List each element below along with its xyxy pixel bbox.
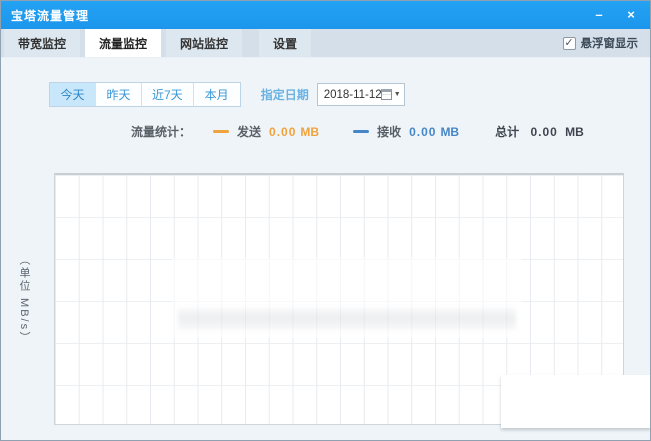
total-unit: MB: [565, 125, 584, 139]
date-input-icons: ▼: [381, 84, 401, 105]
date-value: 2018-11-12: [324, 89, 382, 101]
stats-title: 流量统计：: [131, 123, 191, 140]
watermark-gray-band: [178, 308, 516, 330]
range-last7days-button[interactable]: 近7天: [142, 83, 194, 106]
send-label: 发送: [237, 123, 261, 140]
range-yesterday-button[interactable]: 昨天: [96, 83, 142, 106]
window-controls: – ×: [590, 6, 640, 24]
tab-settings[interactable]: 设置: [259, 29, 311, 57]
receive-label: 接收: [377, 123, 401, 140]
tab-bandwidth-monitor[interactable]: 带宽监控: [4, 29, 80, 57]
tab-website-monitor[interactable]: 网站监控: [166, 29, 242, 57]
send-series-marker: [213, 130, 229, 133]
receive-unit: MB: [440, 125, 459, 139]
date-picker-label: 指定日期: [261, 86, 309, 103]
close-icon[interactable]: ×: [622, 6, 640, 24]
window-title: 宝塔流量管理: [11, 7, 89, 24]
range-today-button[interactable]: 今天: [50, 83, 96, 106]
calendar-icon[interactable]: [381, 89, 392, 100]
total-group: 总计 0.00 MB: [495, 123, 584, 140]
app-window: 宝塔流量管理 – × 带宽监控 流量监控 网站监控 设置 ✓ 悬浮窗显示 今天 …: [0, 0, 651, 441]
total-label: 总计: [495, 125, 519, 139]
send-value: 0.00: [269, 125, 296, 139]
receive-value: 0.00: [409, 125, 436, 139]
receive-series-marker: [353, 130, 369, 133]
watermark-band: [172, 258, 522, 338]
tab-bar: 带宽监控 流量监控 网站监控 设置 ✓ 悬浮窗显示: [1, 29, 650, 58]
traffic-stats-bar: 流量统计： 发送 0.00 MB 接收 0.00 MB 总计 0.00 MB: [131, 123, 584, 140]
date-input[interactable]: 2018-11-12 ▼: [317, 83, 405, 106]
float-window-label: 悬浮窗显示: [581, 35, 639, 51]
y-axis-label: （单位 MB/s）: [14, 173, 34, 425]
titlebar: 宝塔流量管理 – ×: [1, 1, 650, 29]
checkbox-checked-icon[interactable]: ✓: [563, 37, 576, 50]
filter-row: 今天 昨天 近7天 本月 指定日期 2018-11-12 ▼: [49, 82, 405, 107]
send-unit: MB: [300, 125, 319, 139]
chevron-down-icon[interactable]: ▼: [394, 91, 401, 98]
overlay-popup: [501, 375, 651, 428]
float-window-toggle[interactable]: ✓ 悬浮窗显示: [563, 29, 651, 57]
date-range-group: 今天 昨天 近7天 本月: [49, 82, 241, 107]
range-thismonth-button[interactable]: 本月: [194, 83, 240, 106]
tab-traffic-monitor[interactable]: 流量监控: [85, 29, 161, 57]
minimize-icon[interactable]: –: [590, 6, 608, 24]
total-value: 0.00: [530, 125, 557, 139]
